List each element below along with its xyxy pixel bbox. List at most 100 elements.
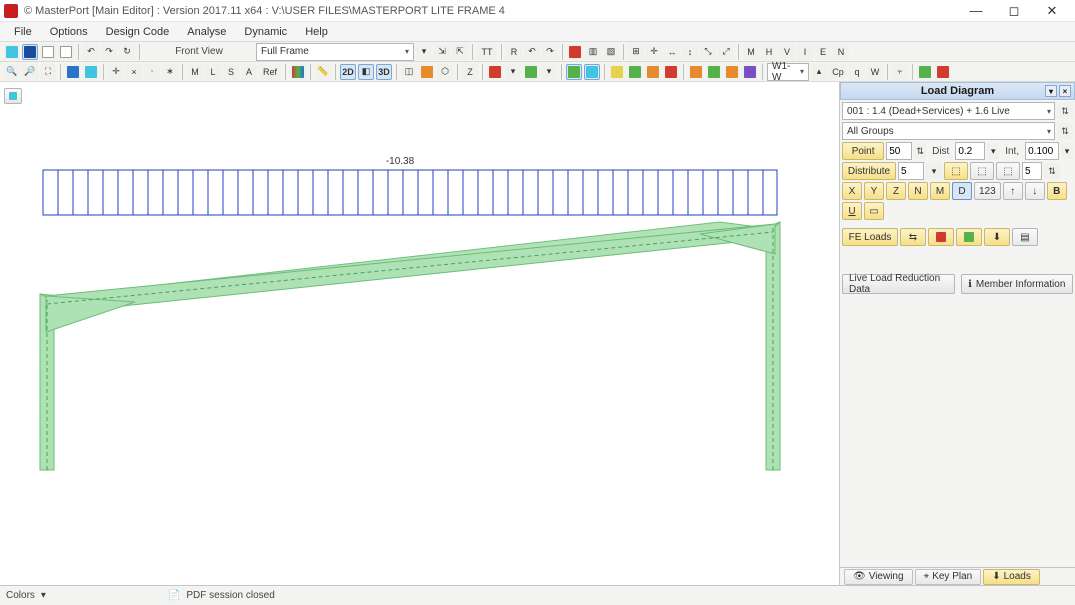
node-x-icon[interactable]: × <box>126 64 142 80</box>
member-information-button[interactable]: ℹ Member Information <box>961 274 1074 294</box>
menu-file[interactable]: File <box>6 24 40 40</box>
dim-icon-1[interactable]: ↔ <box>664 44 680 60</box>
box-icon[interactable] <box>419 64 435 80</box>
point-value-input[interactable] <box>886 142 912 160</box>
node-z-icon[interactable]: ∗ <box>162 64 178 80</box>
dist-spin[interactable]: ▾ <box>926 163 942 179</box>
fe-icon-5[interactable]: ▤ <box>1012 228 1038 246</box>
dist2-spin[interactable]: ⇅ <box>1044 163 1060 179</box>
int-dd[interactable]: ▾ <box>1061 143 1073 159</box>
redo-icon[interactable]: ↷ <box>101 44 117 60</box>
cross-icon[interactable]: ✛ <box>108 64 124 80</box>
numeric-icon[interactable]: 123 <box>974 182 1001 200</box>
p4-icon[interactable] <box>742 64 758 80</box>
letter-m[interactable]: M <box>743 44 759 60</box>
r-letter-icon[interactable]: R <box>506 44 522 60</box>
distribute-value2-input[interactable] <box>1022 162 1042 180</box>
viewport-split-icon[interactable] <box>22 44 38 60</box>
close-button[interactable]: ✕ <box>1033 0 1071 22</box>
3d-icon[interactable]: 3D <box>376 64 392 80</box>
p2-icon[interactable] <box>706 64 722 80</box>
axis-m-button[interactable]: M <box>930 182 950 200</box>
fe-icon-1[interactable]: ⇆ <box>900 228 926 246</box>
fe-icon-4[interactable]: ⬇ <box>984 228 1010 246</box>
arrow-down-icon[interactable]: ↓ <box>1025 182 1045 200</box>
zoom-extent-icon[interactable]: ⛶ <box>40 64 56 80</box>
axis-z-button[interactable]: Z <box>886 182 906 200</box>
rgb-icon[interactable] <box>290 64 306 80</box>
distribute-value-input[interactable] <box>898 162 924 180</box>
red-sq-icon[interactable] <box>567 44 583 60</box>
undo-icon[interactable]: ↶ <box>83 44 99 60</box>
red-action-icon[interactable] <box>487 64 503 80</box>
case-spin[interactable]: ⇅ <box>1057 103 1073 119</box>
toolbar-btn-frame-1[interactable]: ▾ <box>416 44 432 60</box>
end2-icon[interactable] <box>935 64 951 80</box>
cyl-icon[interactable]: ⬡ <box>437 64 453 80</box>
bold-icon[interactable]: B <box>1047 182 1067 200</box>
fe-loads-button[interactable]: FE Loads <box>842 228 898 246</box>
bars-icon[interactable]: ▥ <box>585 44 601 60</box>
sel1-icon[interactable] <box>566 64 582 80</box>
2d-icon[interactable]: 2D <box>340 64 356 80</box>
letter-h[interactable]: H <box>761 44 777 60</box>
toolbar-btn-3[interactable] <box>40 44 56 60</box>
dist-dd[interactable]: ▾ <box>987 143 999 159</box>
axis-d-button[interactable]: D <box>952 182 972 200</box>
tree-icon[interactable]: ⫟ <box>892 64 908 80</box>
distribute-button[interactable]: Distribute <box>842 162 896 180</box>
p3-icon[interactable] <box>724 64 740 80</box>
g1-icon[interactable] <box>627 64 643 80</box>
dist-value-input[interactable] <box>955 142 985 160</box>
y1-icon[interactable] <box>609 64 625 80</box>
another-icon[interactable]: ▾ <box>541 64 557 80</box>
tab-viewing[interactable]: 👁 Viewing <box>844 569 913 585</box>
q-label[interactable]: q <box>849 64 865 80</box>
layer-icon[interactable]: ▾ <box>505 64 521 80</box>
snap-icon[interactable]: ✛ <box>646 44 662 60</box>
undo2-icon[interactable]: ↶ <box>524 44 540 60</box>
axis-y-button[interactable]: Y <box>864 182 884 200</box>
fe-icon-3[interactable] <box>956 228 982 246</box>
dim-icon-2[interactable]: ↕ <box>682 44 698 60</box>
letter2-s[interactable]: S <box>223 64 239 80</box>
menu-options[interactable]: Options <box>42 24 96 40</box>
letter2-a[interactable]: A <box>241 64 257 80</box>
r1-icon[interactable] <box>663 64 679 80</box>
z-label-icon[interactable]: Z <box>462 64 478 80</box>
zoom-out-icon[interactable]: 🔎 <box>22 64 38 80</box>
axis-n-button[interactable]: N <box>908 182 928 200</box>
wind-combo[interactable]: W1-W <box>767 63 809 81</box>
tab-loads[interactable]: ⬇ Loads <box>983 569 1040 585</box>
view-blue-icon[interactable] <box>65 64 81 80</box>
letter-i[interactable]: I <box>797 44 813 60</box>
point-spin[interactable]: ⇅ <box>914 143 926 159</box>
groups-select[interactable]: All Groups <box>842 122 1055 140</box>
letter-n[interactable]: N <box>833 44 849 60</box>
panel-minimize-icon[interactable]: ▾ <box>1045 85 1057 97</box>
menu-design-code[interactable]: Design Code <box>98 24 178 40</box>
chart-icon[interactable]: ▧ <box>603 44 619 60</box>
dim-icon-4[interactable]: ⤢ <box>718 44 734 60</box>
minimize-button[interactable]: — <box>957 0 995 22</box>
menu-analyse[interactable]: Analyse <box>179 24 234 40</box>
colors-label[interactable]: Colors <box>6 590 35 601</box>
int-value-input[interactable] <box>1025 142 1059 160</box>
export-icon[interactable]: ⇲ <box>434 44 450 60</box>
live-load-reduction-button[interactable]: Live Load Reduction Data <box>842 274 955 294</box>
import-icon[interactable]: ⇱ <box>452 44 468 60</box>
view-cyan-icon[interactable] <box>83 64 99 80</box>
letter-v[interactable]: V <box>779 44 795 60</box>
letter-e[interactable]: E <box>815 44 831 60</box>
menu-dynamic[interactable]: Dynamic <box>236 24 295 40</box>
sel2-icon[interactable] <box>584 64 600 80</box>
frame-select[interactable]: Full Frame <box>256 43 414 61</box>
tab-key-plan[interactable]: ⌖ Key Plan <box>915 569 982 585</box>
green-cube-icon[interactable] <box>523 64 539 80</box>
wind-up-icon[interactable]: ▴ <box>811 64 827 80</box>
fe-icon-2[interactable] <box>928 228 954 246</box>
cp-label[interactable]: Cp <box>829 64 847 80</box>
point-button[interactable]: Point <box>842 142 884 160</box>
letter2-l[interactable]: L <box>205 64 221 80</box>
menu-help[interactable]: Help <box>297 24 336 40</box>
